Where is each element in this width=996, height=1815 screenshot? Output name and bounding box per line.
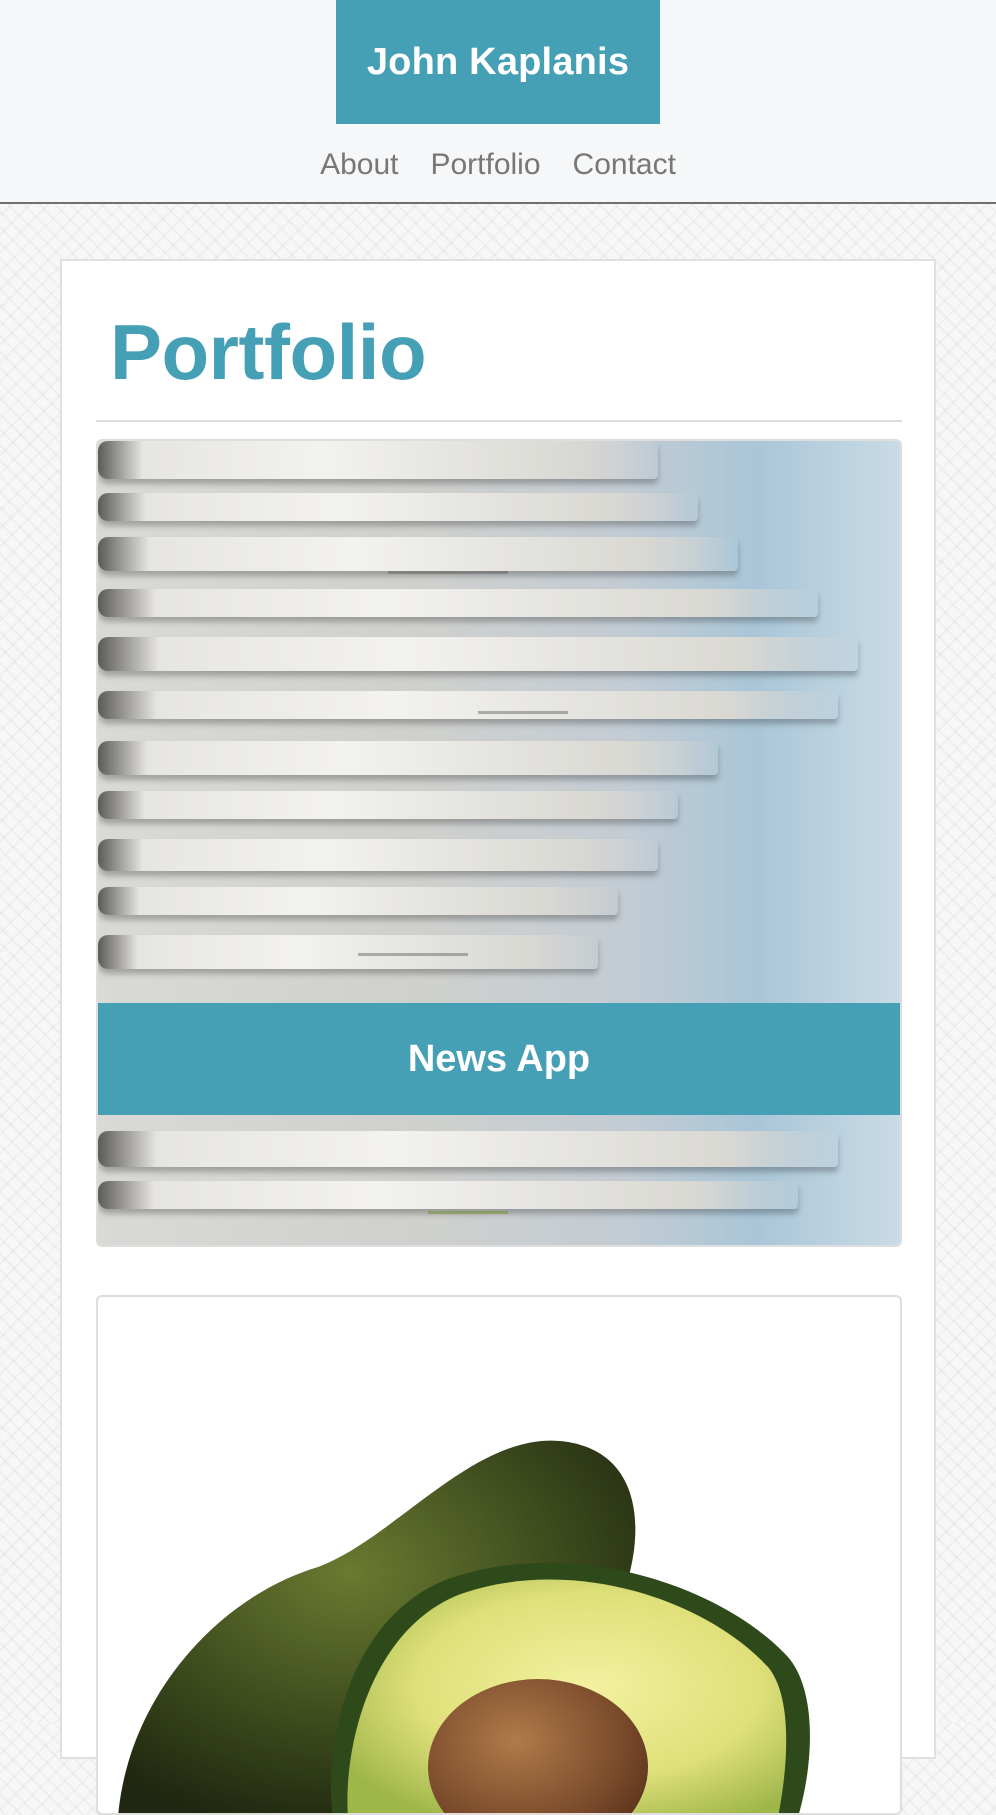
project-title-banner: News App	[98, 1003, 900, 1115]
nav-link-contact[interactable]: Contact	[573, 140, 676, 190]
newspaper-stack-image	[98, 441, 900, 1245]
title-divider	[96, 420, 902, 422]
project-card-avocado[interactable]	[96, 1295, 902, 1815]
content-container: Portfolio News App	[60, 259, 936, 1815]
page-title: Portfolio	[110, 308, 427, 396]
avocado-image	[118, 1440, 810, 1813]
project-card-news-app[interactable]: News App	[96, 439, 902, 1247]
main-nav: About Portfolio Contact	[0, 140, 996, 190]
nav-link-about[interactable]: About	[320, 140, 398, 190]
brand-link[interactable]: John Kaplanis	[336, 0, 660, 124]
site-header: John Kaplanis About Portfolio Contact	[0, 0, 996, 204]
nav-link-portfolio[interactable]: Portfolio	[430, 140, 540, 190]
